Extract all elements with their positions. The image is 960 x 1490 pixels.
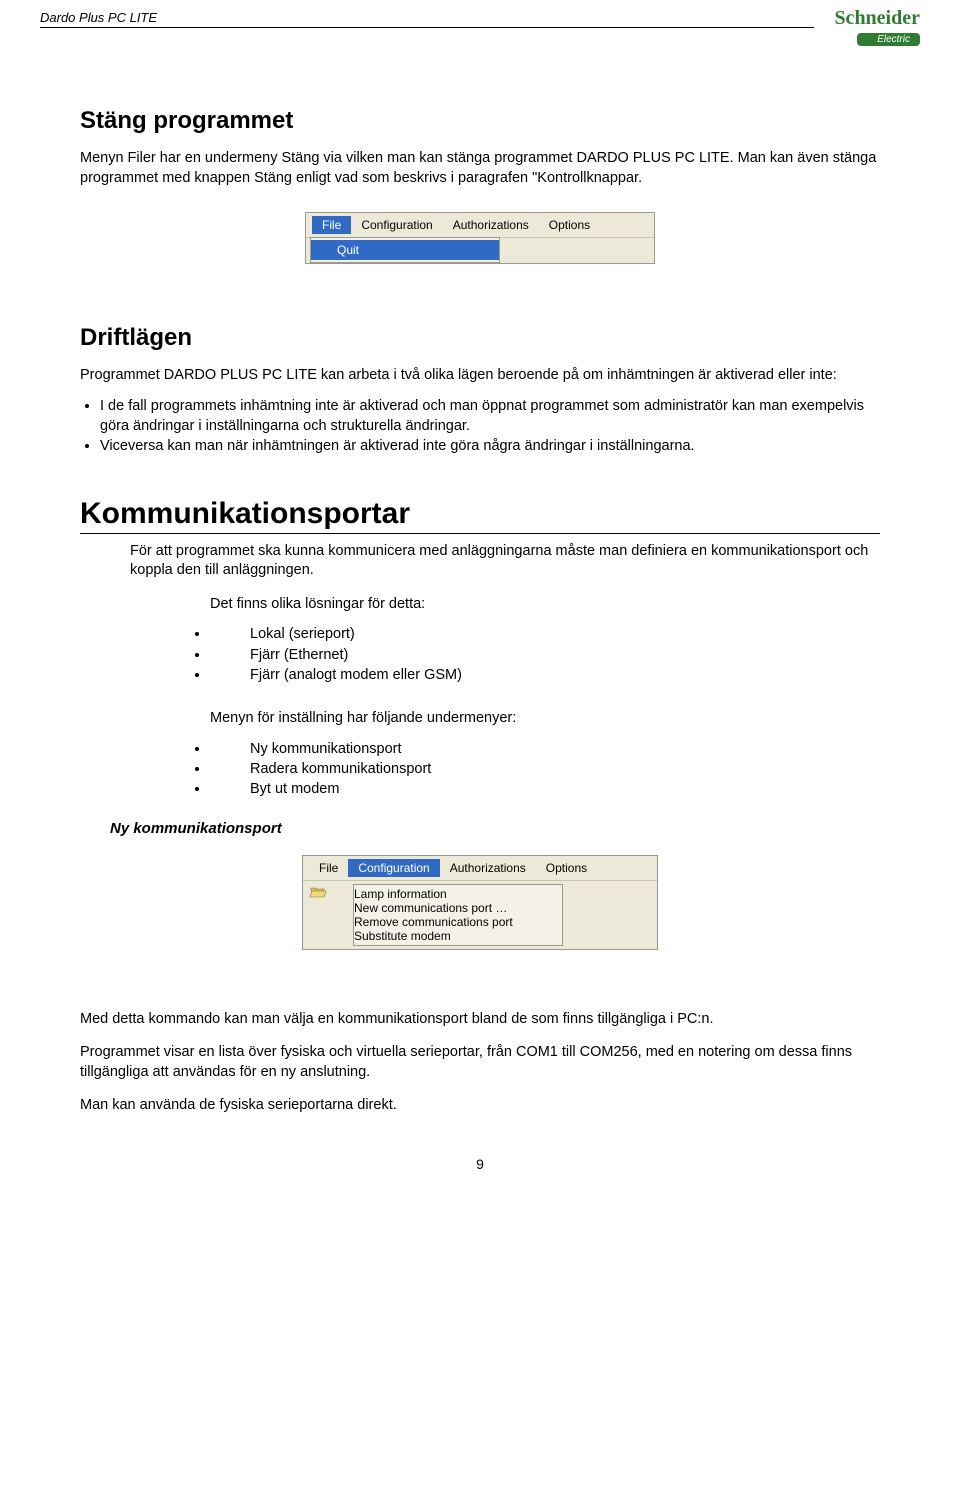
menubar-file-quit: File Configuration Authorizations Option… <box>305 212 655 264</box>
para-physical-ports: Man kan använda de fysiska serieportarna… <box>80 1096 880 1116</box>
menubar-config: File Configuration Authorizations Option… <box>302 855 658 950</box>
menu-item-quit[interactable]: Quit <box>311 240 499 260</box>
list-item: Byt ut modem <box>210 779 880 799</box>
menu-configuration[interactable]: Configuration <box>348 859 439 877</box>
para-close-program: Menyn Filer har en undermeny Stäng via v… <box>80 149 880 188</box>
page-number: 9 <box>80 1156 880 1172</box>
config-dropdown-wrap: Lamp information New communications port… <box>353 884 563 946</box>
toolbar: Lamp information New communications port… <box>303 881 657 949</box>
list-item: Ny kommunikationsport <box>210 739 880 759</box>
para-port-list: Programmet visar en lista över fysiska o… <box>80 1043 880 1082</box>
list-item: Radera kommunikationsport <box>210 759 880 779</box>
list-item: Lokal (serieport) <box>210 624 880 644</box>
menu-authorizations[interactable]: Authorizations <box>440 859 536 877</box>
logo-sub: Electric <box>857 33 920 46</box>
list-item: Viceversa kan man när inhämtningen är ak… <box>100 436 880 456</box>
para-submenus-intro: Menyn för inställning har följande under… <box>210 709 880 729</box>
page-content: Stäng programmet Menyn Filer har en unde… <box>0 107 960 1212</box>
operating-modes-list: I de fall programmets inhämtning inte är… <box>100 396 880 457</box>
para-solutions-intro: Det finns olika lösningar för detta: <box>210 595 880 615</box>
menu-item-remove-comm-port[interactable]: Remove communications port <box>354 915 562 929</box>
open-folder-icon[interactable] <box>309 884 327 900</box>
para-choose-port: Med detta kommando kan man välja en komm… <box>80 1010 880 1030</box>
heading-comm-ports: Kommunikationsportar <box>80 497 880 534</box>
subheading-new-comm-port: Ny kommunikationsport <box>110 820 880 837</box>
menubar-row: File Configuration Authorizations Option… <box>303 856 657 881</box>
submenus-list: Ny kommunikationsport Radera kommunikati… <box>210 739 880 800</box>
menu-item-new-comm-port[interactable]: New communications port … <box>354 901 562 915</box>
menu-item-lamp-info[interactable]: Lamp information <box>354 887 562 901</box>
para-operating-modes: Programmet DARDO PLUS PC LITE kan arbeta… <box>80 366 880 386</box>
list-item: Fjärr (analogt modem eller GSM) <box>210 665 880 685</box>
menu-options[interactable]: Options <box>536 859 597 877</box>
menu-configuration[interactable]: Configuration <box>351 216 442 234</box>
menubar-row: File Configuration Authorizations Option… <box>306 213 654 238</box>
menu-file[interactable]: File <box>312 216 351 234</box>
heading-close-program: Stäng programmet <box>80 107 880 135</box>
dropdown-file: Quit <box>310 237 500 263</box>
menu-authorizations[interactable]: Authorizations <box>443 216 539 234</box>
list-item: Fjärr (Ethernet) <box>210 645 880 665</box>
menu-item-substitute-modem[interactable]: Substitute modem <box>354 929 562 943</box>
solutions-list: Lokal (serieport) Fjärr (Ethernet) Fjärr… <box>210 624 880 685</box>
list-item: I de fall programmets inhämtning inte är… <box>100 396 880 437</box>
dropdown-configuration: Lamp information New communications port… <box>353 884 563 946</box>
menu-file[interactable]: File <box>309 859 348 877</box>
para-comm-ports-intro: För att programmet ska kunna kommunicera… <box>130 542 880 581</box>
brand-logo: Schneider Electric <box>814 8 920 47</box>
doc-title: Dardo Plus PC LITE <box>40 10 814 28</box>
logo-main: Schneider <box>834 7 920 29</box>
heading-operating-modes: Driftlägen <box>80 324 880 352</box>
menu-options[interactable]: Options <box>539 216 600 234</box>
page-header: Dardo Plus PC LITE Schneider Electric <box>0 0 960 47</box>
